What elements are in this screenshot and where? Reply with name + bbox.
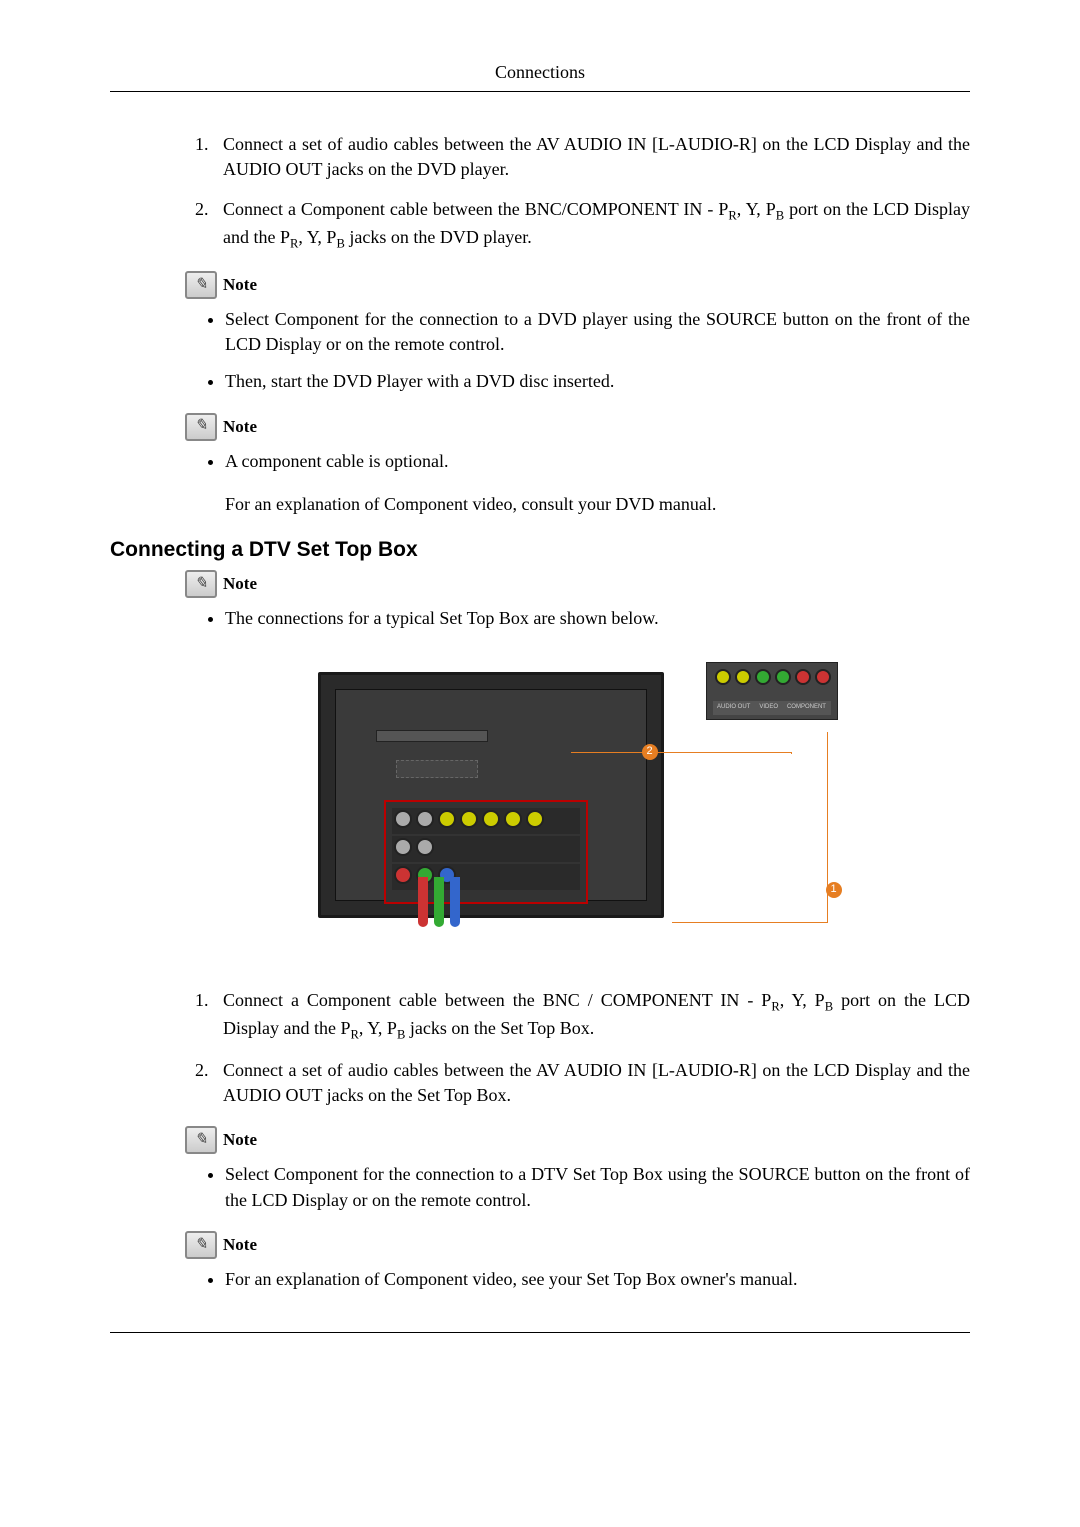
panel-row-2 [392,836,580,862]
t: , Y, P [298,227,336,247]
bullets-a: Select Component for the connection to a… [185,307,970,395]
t: jacks on the Set Top Box. [405,1018,594,1038]
t: jacks on the DVD player. [345,227,532,247]
t: , Y, P [737,199,776,219]
steps-bottom: Connect a Component cable between the BN… [185,988,970,1109]
connector-panel [384,800,588,904]
steps-top: Connect a set of audio cables between th… [185,132,970,253]
jack [438,810,456,828]
footer-rule [110,1332,970,1333]
stb-jacks [713,669,831,687]
bullet-c1: The connections for a typical Set Top Bo… [225,606,970,631]
jack [482,810,500,828]
step-bottom-2: Connect a set of audio cables between th… [213,1058,970,1108]
stb-jack [795,669,811,685]
note-block-2: ✎ Note [185,413,970,441]
stb-jack [735,669,751,685]
sub-r: R [351,1027,359,1041]
note-icon: ✎ [185,1231,217,1259]
lcd-display [318,672,664,918]
note-label: Note [223,273,257,297]
para-b: For an explanation of Component video, c… [225,492,970,517]
t: , Y, P [780,990,825,1010]
bullet-e1: For an explanation of Component video, s… [225,1267,970,1292]
note-icon: ✎ [185,570,217,598]
step-bottom-1: Connect a Component cable between the BN… [213,988,970,1044]
page-header: Connections [110,60,970,92]
header-title: Connections [495,62,585,82]
tv-inner [335,689,647,901]
component-cables [418,877,478,937]
note-block-1: ✎ Note [185,271,970,299]
sub-b: B [825,999,833,1013]
note-label: Note [223,1233,257,1257]
stb-jack [755,669,771,685]
bullets-b: A component cable is optional. [185,449,970,474]
cable-green [434,877,444,927]
content-area: Connect a set of audio cables between th… [185,132,970,1292]
bullets-d: Select Component for the connection to a… [185,1162,970,1212]
stb-jack [815,669,831,685]
sub-r: R [771,999,779,1013]
step-top-2: Connect a Component cable between the BN… [213,197,970,253]
bullet-b1: A component cable is optional. [225,449,970,474]
jack [394,810,412,828]
bullets-c: The connections for a typical Set Top Bo… [185,606,970,631]
sub-b: B [776,208,784,222]
jack [526,810,544,828]
stb-jack [715,669,731,685]
note-icon: ✎ [185,413,217,441]
callout-1: 1 [826,882,842,898]
jack [416,838,434,856]
jack [460,810,478,828]
bullet-d1: Select Component for the connection to a… [225,1162,970,1212]
note-label: Note [223,415,257,439]
connection-line-1 [672,732,828,923]
bullet-a1: Select Component for the connection to a… [225,307,970,357]
tv-slot [376,730,488,742]
note-block-4: ✎ Note [185,1126,970,1154]
bullets-e: For an explanation of Component video, s… [185,1267,970,1292]
stb-label-component: COMPONENT [787,703,826,711]
bullet-a2: Then, start the DVD Player with a DVD di… [225,369,970,394]
stb-label-audio: AUDIO OUT [717,703,750,711]
t: Connect a Component cable between the BN… [223,199,728,219]
t: , Y, P [359,1018,397,1038]
diagram-wrap: AUDIO OUT VIDEO COMPONENT 1 2 [185,652,970,952]
stb-jack [775,669,791,685]
connection-diagram: AUDIO OUT VIDEO COMPONENT 1 2 [318,652,838,952]
section-heading: Connecting a DTV Set Top Box [110,535,970,564]
stb-labels: AUDIO OUT VIDEO COMPONENT [713,701,831,715]
note-label: Note [223,572,257,596]
panel-row-1 [392,808,580,834]
jack [394,838,412,856]
stb-label-video: VIDEO [759,703,778,711]
jack [504,810,522,828]
tv-bar [396,760,478,778]
note-icon: ✎ [185,1126,217,1154]
step-top-1-text: Connect a set of audio cables between th… [223,134,970,179]
note-label: Note [223,1128,257,1152]
jack-pr [394,866,412,884]
step-top-1: Connect a set of audio cables between th… [213,132,970,182]
note-block-3: ✎ Note [185,570,970,598]
sub-r: R [728,208,736,222]
jack [416,810,434,828]
note-icon: ✎ [185,271,217,299]
note-block-5: ✎ Note [185,1231,970,1259]
t: Connect a Component cable between the BN… [223,990,771,1010]
cable-blue [450,877,460,927]
sub-b: B [336,236,344,250]
cable-red [418,877,428,927]
set-top-box: AUDIO OUT VIDEO COMPONENT [706,662,838,720]
connection-line-2 [571,752,792,754]
callout-2: 2 [642,744,658,760]
